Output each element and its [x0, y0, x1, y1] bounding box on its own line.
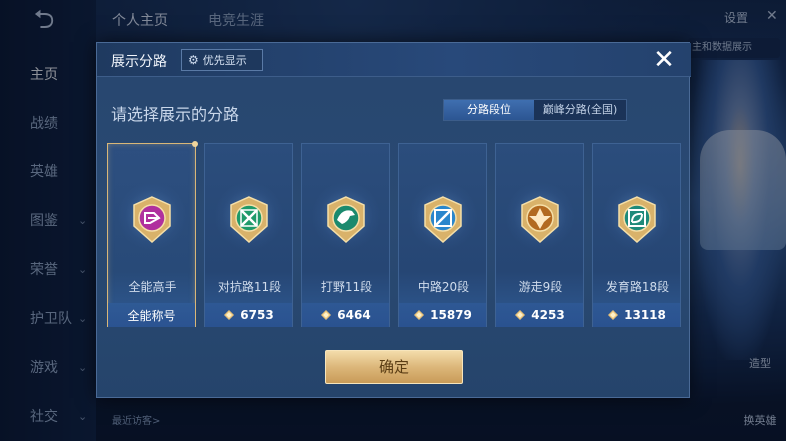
lane-name: 对抗路11段	[217, 280, 282, 294]
lane-name: 打野11段	[320, 280, 373, 294]
modal-subtitle: 请选择展示的分路	[111, 105, 240, 124]
lane-cards: 全能高手 全能称号 对抗路11段 6753 打野11段 6464 中路20段 1…	[107, 141, 683, 327]
priority-display-label: 优先显示	[202, 54, 247, 67]
mid-lane-icon	[424, 196, 462, 244]
lane-footer: 6753	[205, 303, 292, 327]
lane-name: 中路20段	[417, 280, 470, 294]
lane-points: 6753	[240, 308, 274, 322]
lane-footer: 15879	[399, 303, 486, 327]
priority-display-button[interactable]: ⚙ 优先显示	[181, 49, 263, 71]
lane-card-clash[interactable]: 对抗路11段 6753	[204, 143, 293, 327]
lane-footer: 6464	[302, 303, 389, 327]
lane-card-jungle[interactable]: 打野11段 6464	[301, 143, 390, 327]
lane-points: 6464	[337, 308, 371, 322]
lane-footer: 13118	[593, 303, 680, 327]
clash-lane-icon	[230, 196, 268, 244]
lane-card-roam[interactable]: 游走9段 4253	[495, 143, 584, 327]
lane-name: 发育路18段	[605, 280, 670, 294]
title-label: 全能称号	[127, 308, 176, 323]
gear-icon: ⚙	[188, 53, 199, 67]
close-button[interactable]: ✕	[649, 45, 679, 75]
lane-points: 15879	[430, 308, 472, 322]
roam-icon	[521, 196, 559, 244]
confirm-button[interactable]: 确定	[325, 350, 463, 384]
jungle-dragon-icon	[327, 196, 365, 244]
points-icon	[608, 310, 619, 320]
lane-points: 4253	[531, 308, 565, 322]
lane-footer: 4253	[496, 303, 583, 327]
lane-card-all-round[interactable]: 全能高手 全能称号	[107, 141, 198, 327]
points-icon	[515, 310, 526, 320]
modal-title: 展示分路	[111, 54, 167, 70]
selected-corner-marker	[192, 141, 198, 147]
farm-lane-icon	[618, 196, 656, 244]
modal-header: 展示分路 ⚙ 优先显示 ✕	[97, 43, 691, 77]
lane-mode-toggle: 分路段位 巅峰分路(全国)	[443, 99, 627, 121]
points-icon	[414, 310, 425, 320]
points-icon	[224, 310, 235, 320]
lane-points: 13118	[624, 308, 666, 322]
all-round-icon	[133, 196, 171, 244]
tab-peak-lane-national[interactable]: 巅峰分路(全国)	[534, 100, 626, 120]
lane-name: 全能高手	[128, 280, 177, 294]
lane-card-mid[interactable]: 中路20段 15879	[398, 143, 487, 327]
lane-display-modal: 展示分路 ⚙ 优先显示 ✕ 请选择展示的分路 分路段位 巅峰分路(全国) 全能高…	[96, 42, 691, 398]
lane-footer: 全能称号	[108, 303, 195, 327]
points-icon	[321, 310, 332, 320]
lane-name: 游走9段	[518, 280, 563, 294]
tab-lane-rank[interactable]: 分路段位	[444, 100, 534, 120]
lane-card-farm[interactable]: 发育路18段 13118	[592, 143, 681, 327]
